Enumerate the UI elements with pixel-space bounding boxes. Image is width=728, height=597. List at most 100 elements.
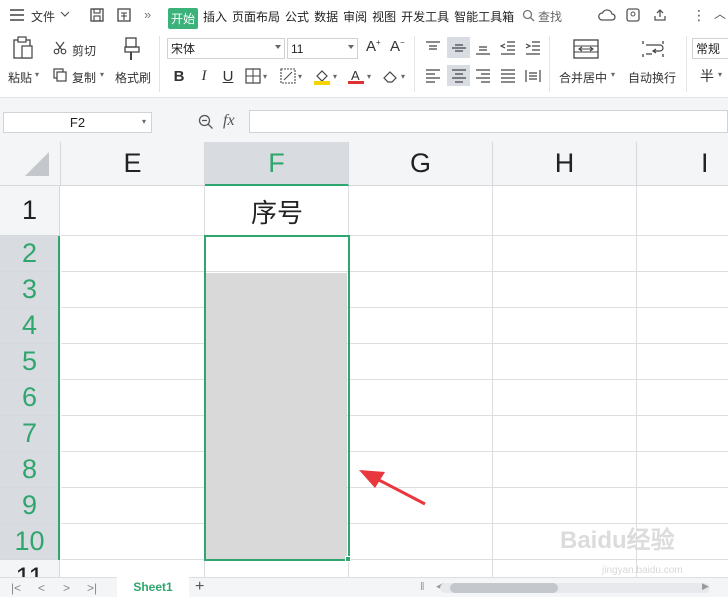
chevron-down-icon[interactable] [60, 10, 70, 18]
italic-icon[interactable]: I [197, 65, 211, 87]
vertical-ellipsis-icon[interactable]: ⋮ [692, 7, 706, 24]
collaborate-icon[interactable] [626, 8, 640, 22]
column-header-e[interactable]: E [61, 142, 205, 186]
hamburger-menu-icon[interactable] [10, 8, 24, 22]
row-header-7[interactable]: 7 [0, 416, 60, 452]
align-bottom-icon[interactable] [475, 41, 491, 55]
eraser-dropdown-icon[interactable]: ▾ [401, 72, 405, 81]
row-header-10[interactable]: 10 [0, 524, 60, 560]
column-header-h[interactable]: H [493, 142, 637, 186]
align-right-icon[interactable] [475, 69, 491, 83]
fill-color-dropdown-icon[interactable]: ▾ [333, 72, 337, 81]
borders-icon[interactable] [245, 68, 261, 84]
function-icon[interactable]: fx [223, 112, 235, 130]
add-sheet-button[interactable]: + [195, 578, 204, 596]
row-header-9[interactable]: 9 [0, 488, 60, 524]
tab-insert[interactable]: 插入 [203, 8, 227, 29]
font-color-dropdown-icon[interactable]: ▾ [367, 72, 371, 81]
formula-input[interactable] [249, 110, 728, 133]
last-sheet-icon[interactable]: >| [87, 581, 97, 595]
search-icon[interactable] [522, 9, 535, 22]
sheet-tab-sheet1[interactable]: Sheet1 [117, 577, 189, 597]
increase-font-size-icon[interactable]: A+ [366, 38, 381, 55]
wrap-text-button[interactable]: 自动换行 [628, 69, 676, 86]
collapse-ribbon-icon[interactable]: ︿ [714, 5, 726, 22]
tab-home[interactable]: 开始 [168, 8, 199, 29]
underline-icon[interactable]: U [220, 65, 236, 87]
zoom-icon[interactable] [198, 114, 214, 130]
fill-color-icon[interactable] [313, 67, 331, 85]
cell-f1[interactable]: 序号 [205, 186, 349, 236]
copy-icon[interactable] [53, 68, 67, 82]
row-header-4[interactable]: 4 [0, 308, 60, 344]
row-header-5[interactable]: 5 [0, 344, 60, 380]
file-menu[interactable]: 文件 [31, 8, 55, 25]
distributed-align-icon[interactable] [525, 69, 541, 83]
row-header-8[interactable]: 8 [0, 452, 60, 488]
more-icon[interactable]: » [144, 7, 151, 22]
format-painter-icon[interactable] [121, 37, 143, 61]
tab-review[interactable]: 审阅 [343, 8, 367, 29]
first-sheet-icon[interactable]: |< [11, 581, 21, 595]
export-pdf-icon[interactable] [116, 7, 132, 23]
decrease-font-size-icon[interactable]: A− [390, 38, 405, 55]
cloud-sync-icon[interactable] [598, 8, 616, 22]
align-middle-icon[interactable] [447, 37, 470, 58]
copy-dropdown-icon[interactable]: ▾ [100, 70, 104, 79]
paste-icon[interactable] [12, 36, 34, 60]
prev-sheet-icon[interactable]: < [38, 581, 45, 595]
currency-icon[interactable]: 半 [700, 66, 714, 86]
bold-icon[interactable]: B [171, 65, 187, 87]
select-all-corner[interactable] [0, 142, 61, 186]
font-size-select[interactable]: 11 [287, 38, 358, 59]
search-label[interactable]: 查找 [538, 8, 562, 25]
row-header-3[interactable]: 3 [0, 272, 60, 308]
tab-page-layout[interactable]: 页面布局 [232, 8, 280, 29]
copy-button[interactable]: 复制 [72, 69, 96, 86]
column-header-f[interactable]: F [205, 142, 349, 186]
scrollbar-thumb[interactable] [450, 583, 558, 593]
row-header-11[interactable]: 11 [0, 560, 60, 577]
row-header-1[interactable]: 1 [0, 186, 60, 236]
wrap-text-icon[interactable] [640, 38, 666, 60]
fill-pattern-icon[interactable] [280, 68, 296, 84]
next-sheet-icon[interactable]: > [63, 581, 70, 595]
row-header-2[interactable]: 2 [0, 236, 60, 272]
selection-range-f2-f10[interactable] [204, 235, 350, 561]
eraser-icon[interactable] [382, 69, 400, 83]
merge-center-icon[interactable] [573, 38, 599, 60]
align-left-icon[interactable] [425, 69, 441, 83]
save-icon[interactable] [89, 7, 105, 23]
align-top-icon[interactable] [425, 41, 441, 55]
cut-button[interactable]: 剪切 [72, 42, 96, 59]
merge-center-button[interactable]: 合并居中 [559, 69, 607, 86]
tab-data[interactable]: 数据 [314, 8, 338, 29]
fill-handle[interactable] [345, 556, 351, 562]
scissors-icon[interactable] [53, 41, 67, 55]
column-header-i[interactable]: I [637, 142, 728, 186]
decrease-indent-icon[interactable] [500, 41, 516, 55]
font-color-icon[interactable]: A [347, 67, 365, 85]
share-icon[interactable] [653, 8, 667, 22]
horizontal-scrollbar[interactable] [440, 583, 710, 593]
tab-developer[interactable]: 开发工具 [401, 8, 449, 29]
justify-icon[interactable] [500, 69, 516, 83]
number-format-select[interactable]: 常规 [692, 38, 728, 59]
borders-dropdown-icon[interactable]: ▾ [263, 72, 267, 81]
align-center-icon[interactable] [447, 65, 470, 86]
tab-split-handle-icon[interactable]: ‖ [420, 581, 425, 593]
increase-indent-icon[interactable] [525, 41, 541, 55]
name-box-dropdown-icon[interactable]: ▾ [142, 117, 146, 126]
paste-button[interactable]: 粘贴 [8, 69, 32, 86]
name-box[interactable]: F2 [3, 112, 152, 133]
font-name-select[interactable]: 宋体 [167, 38, 285, 59]
tab-formulas[interactable]: 公式 [285, 8, 309, 29]
row-header-6[interactable]: 6 [0, 380, 60, 416]
tab-view[interactable]: 视图 [372, 8, 396, 29]
column-header-g[interactable]: G [349, 142, 493, 186]
paste-dropdown-icon[interactable]: ▾ [35, 70, 39, 79]
scroll-right-icon[interactable]: ▶ [702, 581, 709, 592]
currency-dropdown-icon[interactable]: ▾ [718, 70, 722, 79]
merge-center-dropdown-icon[interactable]: ▾ [611, 70, 615, 79]
tab-smart-toolbox[interactable]: 智能工具箱 [454, 8, 514, 29]
